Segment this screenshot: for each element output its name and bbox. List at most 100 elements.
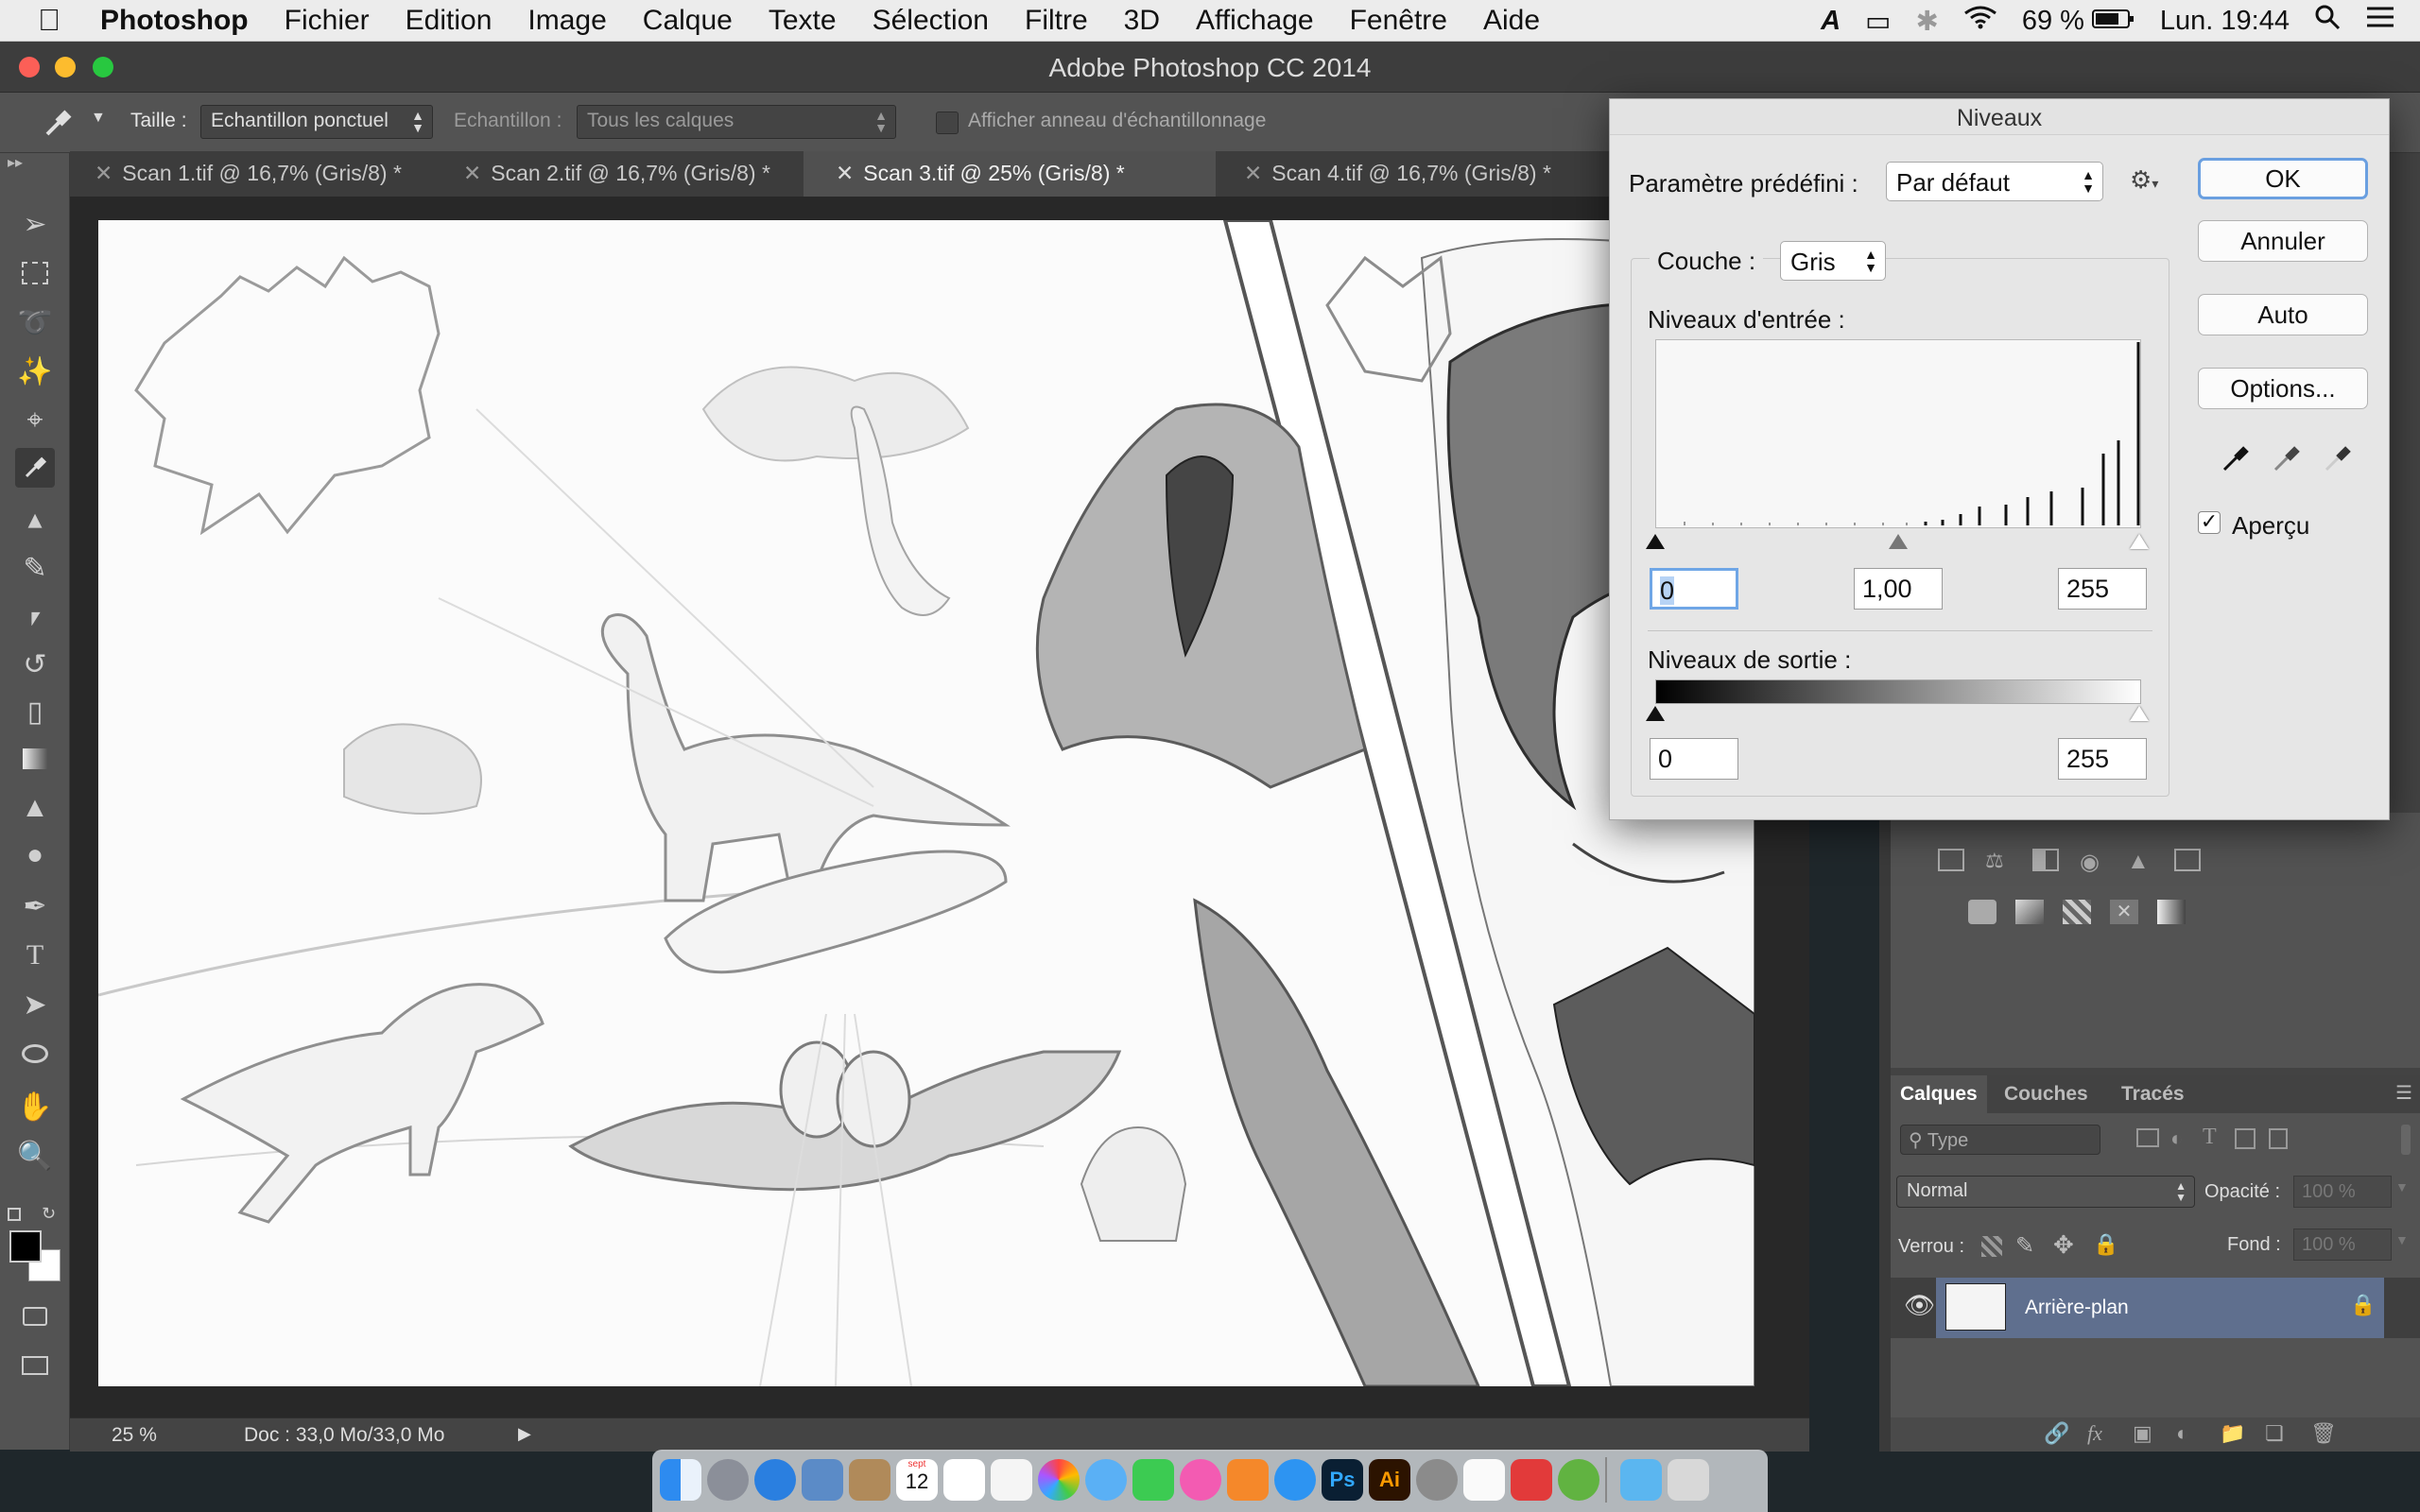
hand-tool-icon[interactable]: ✋ bbox=[15, 1087, 55, 1126]
doc-size-info[interactable]: Doc : 33,0 Mo/33,0 Mo bbox=[244, 1424, 444, 1447]
preset-select[interactable]: Par défaut ▲ ▼ bbox=[1886, 162, 2103, 201]
eraser-tool-icon[interactable]: ▯ bbox=[15, 692, 55, 731]
input-white-field[interactable]: 255 bbox=[2058, 568, 2147, 610]
menu-3d[interactable]: 3D bbox=[1124, 5, 1160, 37]
layer-lock-icon[interactable]: 🔒 bbox=[2350, 1293, 2376, 1317]
filter-pixel-icon[interactable] bbox=[2136, 1128, 2159, 1147]
safari-icon[interactable] bbox=[754, 1459, 796, 1501]
healing-brush-tool-icon[interactable]: ▴ bbox=[15, 499, 55, 539]
path-selection-tool-icon[interactable]: ➤ bbox=[15, 985, 55, 1024]
add-mask-icon[interactable]: ▣ bbox=[2133, 1421, 2152, 1446]
new-adjustment-layer-icon[interactable]: ◐ bbox=[2176, 1421, 2188, 1446]
vibrance-adjustment-icon[interactable]: ▲ bbox=[2127, 849, 2150, 875]
illustrator-icon[interactable]: Ai bbox=[1369, 1459, 1410, 1501]
brightness-adjustment-icon[interactable] bbox=[1938, 849, 1964, 871]
size-select[interactable]: Echantillon ponctuel ▲ ▼ bbox=[200, 105, 433, 139]
facetime-icon[interactable] bbox=[1132, 1459, 1174, 1501]
filter-type-icon[interactable]: T bbox=[2203, 1125, 2217, 1150]
link-layers-icon[interactable]: 🔗 bbox=[2044, 1421, 2069, 1446]
document-file-icon[interactable] bbox=[1463, 1459, 1505, 1501]
sample-select[interactable]: Tous les calques ▲ ▼ bbox=[577, 105, 896, 139]
adobe-icon[interactable]: A bbox=[1821, 6, 1841, 37]
new-group-icon[interactable]: 📁 bbox=[2220, 1421, 2245, 1446]
history-brush-tool-icon[interactable]: ↺ bbox=[15, 644, 55, 684]
preview-checkbox[interactable]: ✓ bbox=[2198, 511, 2221, 534]
blur-tool-icon[interactable]: ▲ bbox=[15, 788, 55, 828]
curves-adjustment-icon[interactable] bbox=[2032, 849, 2059, 871]
hue-saturation-adjustment-icon[interactable] bbox=[2174, 849, 2201, 871]
menu-fenetre[interactable]: Fenêtre bbox=[1350, 5, 1447, 37]
fill-dropdown-arrow-icon[interactable]: ▼ bbox=[2395, 1232, 2409, 1247]
spotlight-search-icon[interactable] bbox=[2314, 4, 2341, 38]
document-canvas[interactable] bbox=[98, 220, 1754, 1386]
opacity-field[interactable]: 100 % bbox=[2293, 1176, 2392, 1208]
color-balance-adjustment-icon[interactable] bbox=[1968, 900, 1996, 924]
photos-flower-icon[interactable] bbox=[1038, 1459, 1080, 1501]
filter-adjustment-icon[interactable]: ◐ bbox=[2170, 1126, 2183, 1151]
crop-tool-icon[interactable]: ⌖ bbox=[15, 401, 55, 440]
input-black-point-slider[interactable] bbox=[1646, 534, 1665, 549]
itunes-icon[interactable] bbox=[1180, 1459, 1221, 1501]
tab-calques[interactable]: Calques bbox=[1891, 1075, 1987, 1113]
contacts-icon[interactable] bbox=[849, 1459, 890, 1501]
airplay-icon[interactable]: ▭ bbox=[1865, 5, 1891, 38]
white-point-eyedropper-icon[interactable] bbox=[2323, 443, 2353, 480]
tab-scan-3[interactable]: ✕ Scan 3.tif @ 25% (Gris/8) * bbox=[804, 151, 1216, 197]
ibooks-icon[interactable] bbox=[1227, 1459, 1269, 1501]
status-menu-arrow-icon[interactable]: ▶ bbox=[518, 1424, 531, 1444]
preset-dropdown-arrow-icon[interactable]: ▼ bbox=[91, 110, 106, 127]
tab-scan-4[interactable]: ✕ Scan 4.tif @ 16,7% (Gris/8) * bbox=[1216, 151, 1613, 197]
menu-aide[interactable]: Aide bbox=[1483, 5, 1540, 37]
close-tab-icon[interactable]: ✕ bbox=[1244, 161, 1262, 185]
output-black-slider[interactable] bbox=[1646, 706, 1665, 721]
tab-scan-2[interactable]: ✕ Scan 2.tif @ 16,7% (Gris/8) * bbox=[439, 151, 798, 197]
finder-icon[interactable] bbox=[660, 1459, 701, 1501]
black-point-eyedropper-icon[interactable] bbox=[2221, 443, 2251, 480]
sampling-ring-checkbox[interactable] bbox=[936, 112, 959, 134]
menu-affichage[interactable]: Affichage bbox=[1196, 5, 1314, 37]
wifi-icon[interactable] bbox=[1963, 5, 1997, 37]
layer-filter-select[interactable]: ⚲ Type bbox=[1900, 1125, 2100, 1155]
swap-colors-icon[interactable]: ↻ bbox=[42, 1204, 56, 1224]
close-tab-icon[interactable]: ✕ bbox=[836, 161, 854, 185]
battery-icon[interactable] bbox=[2091, 6, 2135, 37]
gradient-map-adjustment-icon[interactable] bbox=[2157, 900, 2186, 924]
output-white-field[interactable]: 255 bbox=[2058, 738, 2147, 780]
quick-mask-icon[interactable] bbox=[15, 1297, 55, 1336]
bluetooth-icon[interactable]: ✱ bbox=[1916, 5, 1939, 38]
menu-calque[interactable]: Calque bbox=[643, 5, 733, 37]
brush-tool-icon[interactable]: ✎ bbox=[15, 548, 55, 588]
layer-row[interactable]: 👁 Arrière-plan 🔒 bbox=[1891, 1278, 2420, 1338]
gradient-tool-icon[interactable] bbox=[15, 739, 55, 779]
pen-tool-icon[interactable]: ✒ bbox=[15, 886, 55, 926]
tab-traces[interactable]: Tracés bbox=[2121, 1083, 2185, 1106]
eyedropper-tool-icon[interactable] bbox=[15, 448, 55, 488]
layer-name[interactable]: Arrière-plan bbox=[2025, 1297, 2129, 1319]
magic-wand-tool-icon[interactable]: ✨ bbox=[15, 352, 55, 391]
move-tool-icon[interactable]: ➢ bbox=[15, 204, 55, 244]
system-preferences-icon[interactable] bbox=[1416, 1459, 1458, 1501]
screen-mode-icon[interactable] bbox=[15, 1346, 55, 1385]
lock-image-icon[interactable]: ✎ bbox=[2015, 1232, 2034, 1260]
preview-app-icon[interactable] bbox=[802, 1459, 843, 1501]
tab-scan-1[interactable]: ✕ Scan 1.tif @ 16,7% (Gris/8) * bbox=[70, 151, 429, 197]
input-gamma-field[interactable]: 1,00 bbox=[1854, 568, 1943, 610]
ellipse-tool-icon[interactable] bbox=[15, 1034, 55, 1074]
menu-filtre[interactable]: Filtre bbox=[1025, 5, 1088, 37]
visibility-eye-icon[interactable]: 👁 bbox=[1904, 1291, 1935, 1320]
layer-style-fx-icon[interactable]: fx bbox=[2087, 1421, 2102, 1446]
menu-app-name[interactable]: Photoshop bbox=[100, 5, 249, 37]
ok-button[interactable]: OK bbox=[2198, 158, 2368, 199]
dodge-tool-icon[interactable]: ● bbox=[15, 835, 55, 875]
clock[interactable]: Lun. 19:44 bbox=[2160, 6, 2290, 37]
output-black-field[interactable]: 0 bbox=[1650, 738, 1738, 780]
toolbox-collapse-icon[interactable]: ▸▸ bbox=[8, 153, 23, 172]
options-button[interactable]: Options... bbox=[2198, 368, 2368, 409]
input-black-field[interactable]: 0 bbox=[1650, 568, 1738, 610]
channel-mixer-adjustment-icon[interactable]: ✕ bbox=[2110, 900, 2138, 924]
reminders-icon[interactable] bbox=[943, 1459, 985, 1501]
calendar-icon[interactable]: sept 12 bbox=[896, 1459, 938, 1501]
eyedropper-preset-icon[interactable] bbox=[38, 104, 76, 142]
marquee-tool-icon[interactable] bbox=[15, 253, 55, 293]
photoshop-icon[interactable]: Ps bbox=[1322, 1459, 1363, 1501]
